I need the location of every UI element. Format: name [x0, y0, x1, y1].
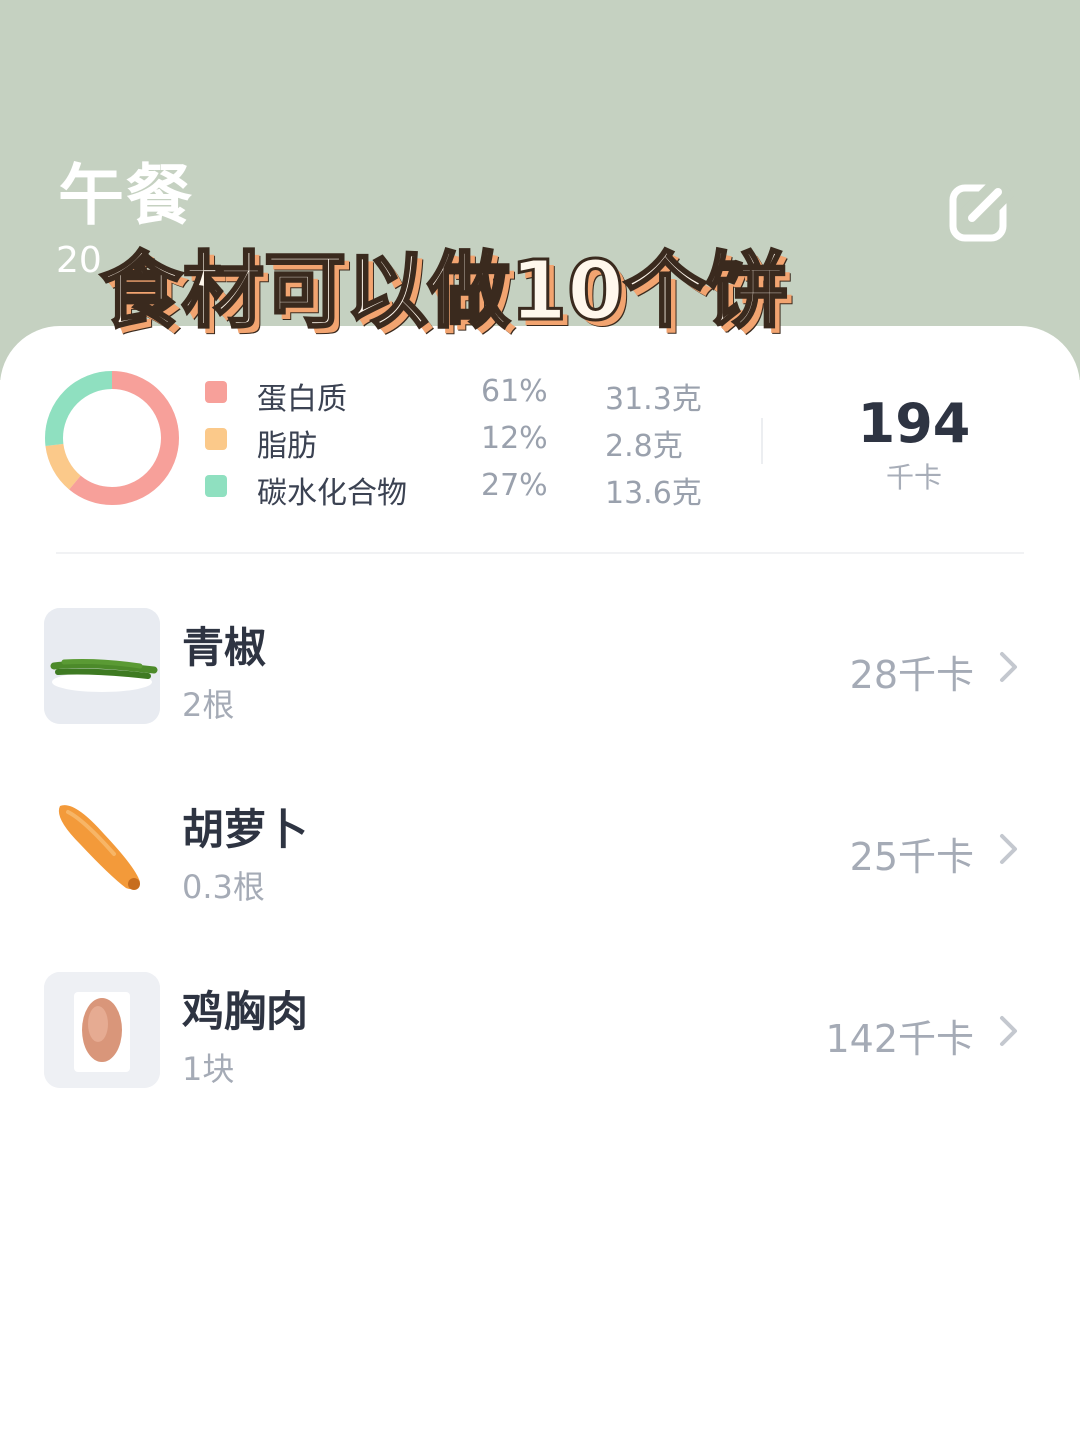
total-calories: 194 — [857, 392, 971, 455]
fat-color-dot — [205, 428, 227, 450]
food-quantity: 1块 — [182, 1050, 235, 1088]
macro-list: 蛋白质 61% 31.3克 脂肪 12% 2.8克 碳水化合物 27% 13.6… — [205, 370, 735, 511]
food-calories: 25千卡 — [849, 835, 974, 879]
macro-percent: 27% — [481, 468, 548, 503]
overlay-caption: 食材可以做10个饼 — [98, 243, 789, 341]
meal-date: 20 — [56, 240, 102, 281]
macro-name: 脂肪 — [257, 429, 317, 464]
food-name: 青椒 — [182, 623, 267, 672]
carrot-image — [44, 790, 160, 906]
macro-amount: 13.6克 — [605, 476, 702, 511]
protein-color-dot — [205, 381, 227, 403]
macro-percent: 12% — [481, 421, 548, 456]
food-name: 胡萝卜 — [182, 805, 309, 854]
carbs-color-dot — [205, 475, 227, 497]
macro-row-fat: 脂肪 12% 2.8克 — [205, 417, 735, 464]
food-item-chicken-breast[interactable]: 鸡胸肉 1块 142千卡 — [0, 972, 1080, 1092]
summary-divider — [761, 418, 763, 464]
food-quantity: 0.3根 — [182, 868, 265, 906]
macro-row-carbs: 碳水化合物 27% 13.6克 — [205, 464, 735, 511]
macro-percent: 61% — [481, 374, 548, 409]
section-divider — [56, 552, 1024, 554]
food-calories: 28千卡 — [849, 653, 974, 697]
food-item-carrot[interactable]: 胡萝卜 0.3根 25千卡 — [0, 790, 1080, 910]
food-calories: 142千卡 — [825, 1017, 974, 1061]
chevron-right-icon — [1000, 834, 1017, 864]
macro-name: 蛋白质 — [257, 382, 347, 417]
chevron-right-icon — [1000, 652, 1017, 682]
macro-amount: 31.3克 — [605, 382, 702, 417]
macro-row-protein: 蛋白质 61% 31.3克 — [205, 370, 735, 417]
food-item-green-pepper[interactable]: 青椒 2根 28千卡 — [0, 608, 1080, 728]
edit-icon[interactable] — [948, 180, 1014, 242]
calories-unit: 千卡 — [885, 461, 942, 494]
macro-amount: 2.8克 — [605, 429, 683, 464]
food-name: 鸡胸肉 — [182, 987, 309, 1036]
chicken-breast-image — [44, 972, 160, 1088]
green-pepper-image — [44, 608, 160, 724]
macro-donut-chart — [45, 371, 179, 505]
macro-name: 碳水化合物 — [257, 476, 407, 511]
food-quantity: 2根 — [182, 686, 235, 724]
chevron-right-icon — [1000, 1016, 1017, 1046]
